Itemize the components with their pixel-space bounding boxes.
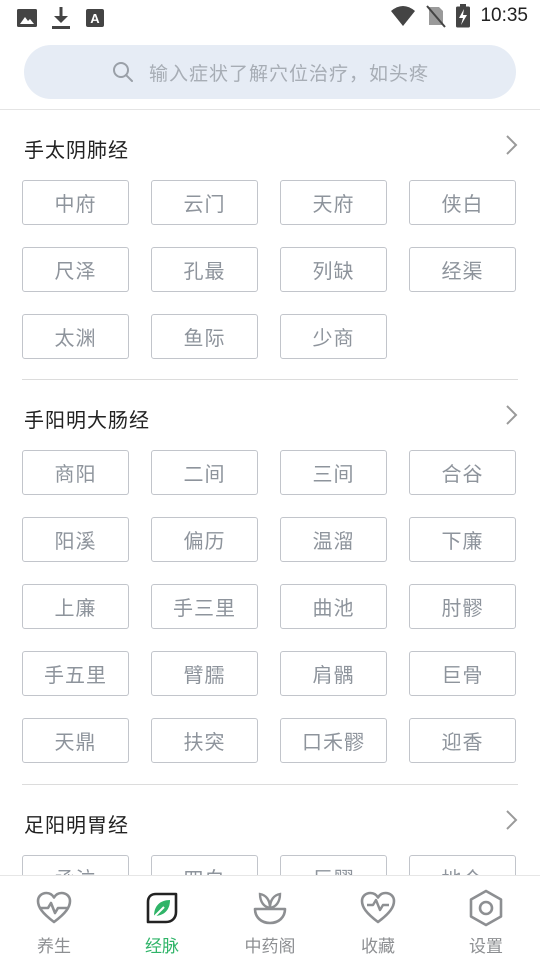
acupoint-chip[interactable]: 迎香 — [409, 718, 516, 763]
search-icon — [112, 62, 133, 82]
acupoint-chip[interactable]: 肘髎 — [409, 584, 516, 629]
acupoint-chip[interactable]: 手五里 — [22, 651, 129, 696]
acupoint-chip[interactable]: 扶突 — [151, 718, 258, 763]
text-a-icon: A — [86, 9, 104, 27]
heart-favorite-icon — [360, 891, 396, 924]
acupoint-chip[interactable]: 温溜 — [280, 517, 387, 562]
tab-meridians[interactable]: 经脉 — [108, 876, 216, 960]
acupoint-chip[interactable]: 侠白 — [409, 180, 516, 225]
tab-health[interactable]: 养生 — [0, 876, 108, 960]
status-left-icons: A — [16, 6, 106, 30]
acupoint-chip[interactable]: 肩髃 — [280, 651, 387, 696]
tab-label: 收藏 — [361, 937, 395, 957]
acupoint-chip[interactable]: 中府 — [22, 180, 129, 225]
acupoint-grid: 承泣 四白 巨髎 地仓 — [22, 855, 518, 875]
acupoint-chip[interactable]: 地仓 — [409, 855, 516, 875]
acupoint-chip[interactable]: 上廉 — [22, 584, 129, 629]
acupoint-chip[interactable]: 臂臑 — [151, 651, 258, 696]
tab-settings[interactable]: 设置 — [432, 876, 540, 960]
acupoint-chip[interactable]: 偏历 — [151, 517, 258, 562]
download-icon — [52, 7, 70, 29]
acupoint-chip[interactable]: 阳溪 — [22, 517, 129, 562]
image-icon — [17, 9, 37, 27]
acupoint-chip[interactable]: 云门 — [151, 180, 258, 225]
status-time: 10:35 — [480, 5, 528, 26]
meridian-section: 手太阴肺经 中府 云门 天府 侠白 尺泽 孔最 列缺 经渠 太渊 鱼际 少商 — [0, 110, 540, 359]
acupoint-chip[interactable]: 列缺 — [280, 247, 387, 292]
acupoint-chip[interactable]: 二间 — [151, 450, 258, 495]
acupoint-chip[interactable]: 三间 — [280, 450, 387, 495]
heart-pulse-icon — [36, 891, 72, 924]
section-header[interactable]: 手太阴肺经 — [0, 110, 540, 180]
section-header[interactable]: 足阳明胃经 — [0, 785, 540, 855]
acupoint-chip[interactable]: 太渊 — [22, 314, 129, 359]
svg-text:A: A — [90, 11, 100, 26]
leaf-icon — [146, 892, 178, 924]
acupoint-chip[interactable]: 曲池 — [280, 584, 387, 629]
status-bar: A 10:35 — [0, 0, 540, 36]
meridian-section: 手阳明大肠经 商阳 二间 三间 合谷 阳溪 偏历 温溜 下廉 上廉 手三里 曲池… — [0, 380, 540, 763]
acupoint-chip[interactable]: 商阳 — [22, 450, 129, 495]
tab-label: 养生 — [37, 937, 71, 957]
acupoint-grid: 中府 云门 天府 侠白 尺泽 孔最 列缺 经渠 太渊 鱼际 少商 — [22, 180, 518, 359]
tab-favorites[interactable]: 收藏 — [324, 876, 432, 960]
acupoint-chip[interactable]: 口禾髎 — [280, 718, 387, 763]
section-header[interactable]: 手阳明大肠经 — [0, 380, 540, 450]
acupoint-chip[interactable]: 鱼际 — [151, 314, 258, 359]
section-title: 手阳明大肠经 — [24, 408, 150, 432]
search-placeholder: 输入症状了解穴位治疗，如头疼 — [148, 62, 429, 85]
acupoint-grid: 商阳 二间 三间 合谷 阳溪 偏历 温溜 下廉 上廉 手三里 曲池 肘髎 手五里… — [22, 450, 518, 763]
section-title: 手太阴肺经 — [24, 138, 129, 162]
status-right-icons: 10:35 — [390, 4, 528, 28]
acupoint-chip[interactable]: 合谷 — [409, 450, 516, 495]
acupoint-chip[interactable]: 孔最 — [151, 247, 258, 292]
acupoint-chip[interactable]: 承泣 — [22, 855, 129, 875]
chevron-right-icon[interactable] — [504, 809, 518, 831]
tab-label: 设置 — [469, 937, 503, 957]
chevron-right-icon[interactable] — [504, 134, 518, 156]
acupoint-chip[interactable]: 尺泽 — [22, 247, 129, 292]
wifi-icon — [391, 6, 416, 26]
acupoint-chip[interactable]: 四白 — [151, 855, 258, 875]
herb-bowl-icon — [253, 892, 287, 925]
acupoint-chip[interactable]: 下廉 — [409, 517, 516, 562]
meridian-list[interactable]: 手太阴肺经 中府 云门 天府 侠白 尺泽 孔最 列缺 经渠 太渊 鱼际 少商 手… — [0, 110, 540, 875]
battery-charging-icon — [456, 4, 471, 28]
acupoint-chip[interactable]: 巨骨 — [409, 651, 516, 696]
settings-hexagon-icon — [469, 889, 503, 927]
chevron-right-icon[interactable] — [504, 404, 518, 426]
tab-label: 经脉 — [145, 937, 179, 957]
tab-herbs[interactable]: 中药阁 — [216, 876, 324, 960]
tab-label: 中药阁 — [244, 937, 296, 957]
no-sim-icon — [426, 5, 447, 28]
bottom-tab-bar: 养生 经脉 中药阁 收藏 设置 — [0, 875, 540, 960]
meridian-section: 足阳明胃经 承泣 四白 巨髎 地仓 — [0, 785, 540, 875]
acupoint-chip[interactable]: 巨髎 — [280, 855, 387, 875]
search-input[interactable]: 输入症状了解穴位治疗，如头疼 — [24, 45, 516, 99]
acupoint-chip[interactable]: 天府 — [280, 180, 387, 225]
acupoint-chip[interactable]: 少商 — [280, 314, 387, 359]
section-title: 足阳明胃经 — [24, 813, 129, 837]
acupoint-chip[interactable]: 天鼎 — [22, 718, 129, 763]
acupoint-chip[interactable]: 手三里 — [151, 584, 258, 629]
acupoint-chip[interactable]: 经渠 — [409, 247, 516, 292]
